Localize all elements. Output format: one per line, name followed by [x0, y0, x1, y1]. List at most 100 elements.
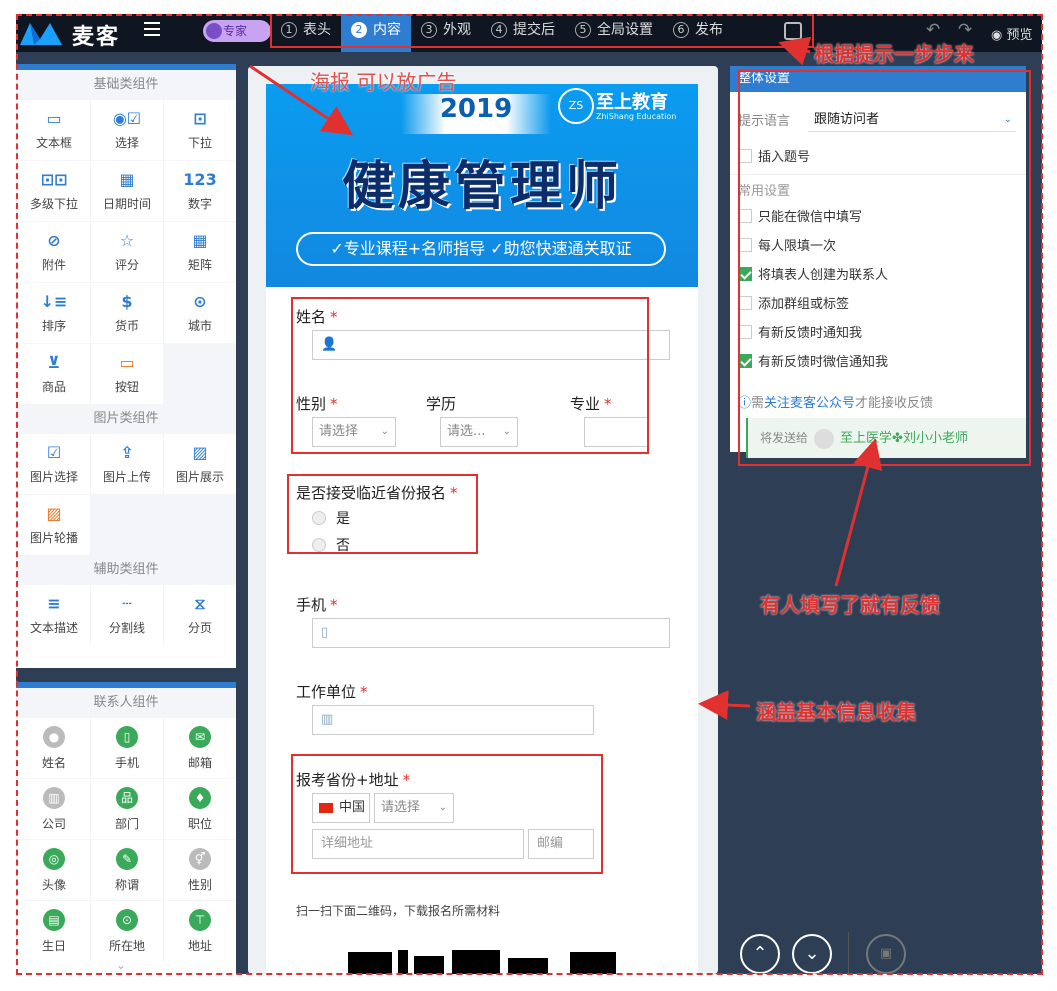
phone-icon: ▯	[116, 725, 138, 748]
component-rating[interactable]: ☆ 评分	[91, 222, 163, 282]
component-currency[interactable]: $ 货币	[91, 283, 163, 343]
component-datetime[interactable]: ▦ 日期时间	[91, 161, 163, 221]
logo[interactable]: 麦客	[20, 17, 130, 50]
signpost-icon: ⊤	[189, 908, 211, 931]
save-button[interactable]: ▣	[866, 934, 906, 974]
component-image-carousel[interactable]: ▨ 图片轮播	[18, 495, 90, 555]
chevron-down-icon[interactable]: ⌄	[116, 958, 126, 972]
radio-no[interactable]: 否	[312, 535, 350, 555]
checkbox[interactable]	[738, 324, 752, 339]
component-image-display[interactable]: ▨ 图片展示	[164, 434, 236, 494]
logo-mark-icon	[20, 23, 62, 45]
component-contact-phone[interactable]: ▯ 手机	[91, 718, 163, 778]
checkbox-checked[interactable]	[738, 353, 752, 368]
redo-icon[interactable]: ↷	[958, 20, 972, 40]
option-once-per-person[interactable]: 每人限填一次	[738, 235, 836, 254]
choice-icon: ◉☑	[112, 108, 142, 128]
annotation-basic-info: 涵盖基本信息收集	[756, 700, 916, 724]
option-create-contact[interactable]: 将填表人创建为联系人	[738, 264, 888, 283]
banner-year: 2019	[401, 94, 551, 134]
clover-icon: ✤	[892, 431, 903, 446]
component-textbox[interactable]: ▭ 文本框	[18, 100, 90, 160]
component-dropdown[interactable]: ⊡ 下拉	[164, 100, 236, 160]
paperclip-icon: ⊘	[47, 230, 61, 250]
option-wechat-only[interactable]: 只能在微信中填写	[738, 206, 862, 225]
empty-cell	[164, 344, 236, 404]
menu-icon[interactable]	[144, 22, 160, 36]
expert-badge[interactable]: 专家	[203, 20, 271, 42]
follow-wechat-link[interactable]: 关注麦客公众号	[764, 396, 855, 411]
checkbox[interactable]	[738, 295, 752, 310]
component-choice[interactable]: ◉☑ 选择	[91, 100, 163, 160]
component-contact-gender[interactable]: ⚥ 性别	[164, 840, 236, 900]
preview-button[interactable]: ◉ 预览	[991, 24, 1033, 43]
component-contact-birthday[interactable]: ▤ 生日	[18, 901, 90, 961]
component-image-select[interactable]: ☑ 图片选择	[18, 434, 90, 494]
component-contact-name[interactable]: ● 姓名	[18, 718, 90, 778]
component-divider[interactable]: ┄ 分割线	[91, 585, 163, 645]
component-pagebreak[interactable]: ⧖ 分页	[164, 585, 236, 645]
component-product[interactable]: ⊻ 商品	[18, 344, 90, 404]
component-button[interactable]: ▭ 按钮	[91, 344, 163, 404]
sort-icon: ↓≡	[40, 291, 68, 311]
checkbox[interactable]	[738, 237, 752, 252]
education-select[interactable]: 请选... ⌄	[440, 417, 518, 447]
person-icon: ●	[43, 725, 65, 748]
cake-icon: ▤	[43, 908, 65, 931]
phone-input[interactable]: ▯	[312, 618, 670, 648]
component-palette: 基础类组件 ▭ 文本框 ◉☑ 选择 ⊡ 下拉 ⊡⊡ 多级下拉 ▦ 日期时间 123 数字 ⊘…	[16, 64, 236, 668]
option-add-group[interactable]: 添加群组或标签	[738, 293, 849, 312]
wechat-info: ⓘ需关注麦客公众号才能接收反馈	[738, 396, 934, 411]
country-select[interactable]: 中国	[312, 793, 370, 823]
undo-icon[interactable]: ↶	[926, 20, 940, 40]
language-select[interactable]: 跟随访问者 ⌄	[808, 108, 1016, 132]
option-notify-me[interactable]: 有新反馈时通知我	[738, 322, 862, 341]
component-contact-email[interactable]: ✉ 邮箱	[164, 718, 236, 778]
chevron-down-icon: ⌄	[380, 426, 389, 437]
component-sort[interactable]: ↓≡ 排序	[18, 283, 90, 343]
poster-banner[interactable]: 2019 ZS 至上教育 ZhiShang Education 健康管理师 ✓专…	[266, 84, 698, 287]
dropdown-icon: ⊡	[193, 108, 207, 128]
detail-address-input[interactable]: 详细地址	[312, 829, 524, 859]
component-contact-company[interactable]: ▥ 公司	[18, 779, 90, 839]
move-up-button[interactable]: ⌃	[740, 934, 780, 974]
province-select[interactable]: 请选择 ⌄	[374, 793, 454, 823]
calendar-icon: ▦	[119, 169, 135, 189]
form-preview: 2019 ZS 至上教育 ZhiShang Education 健康管理师 ✓专…	[266, 84, 698, 974]
work-input[interactable]: ▥	[312, 705, 594, 735]
component-contact-salutation[interactable]: ✎ 称谓	[91, 840, 163, 900]
checkbox-checked[interactable]	[738, 266, 752, 281]
option-wechat-notify[interactable]: 有新反馈时微信通知我	[738, 351, 888, 370]
qrcode-icon[interactable]	[784, 22, 802, 40]
zip-input[interactable]: 邮编	[528, 829, 594, 859]
major-label: 专业 *	[570, 395, 612, 413]
gender-select[interactable]: 请选择 ⌄	[312, 417, 396, 447]
component-text-desc[interactable]: ≡ 文本描述	[18, 585, 90, 645]
qr-code-image	[348, 950, 618, 974]
camera-icon: ◎	[43, 847, 65, 870]
radio-yes[interactable]: 是	[312, 508, 350, 528]
component-attachment[interactable]: ⊘ 附件	[18, 222, 90, 282]
checkbox[interactable]	[738, 208, 752, 223]
component-contact-title[interactable]: ♦ 职位	[164, 779, 236, 839]
major-input[interactable]	[584, 417, 648, 447]
move-down-button[interactable]: ⌄	[792, 934, 832, 974]
work-label: 工作单位 *	[296, 683, 368, 701]
common-settings-title: 常用设置	[738, 184, 791, 199]
component-image-upload[interactable]: ⇪ 图片上传	[91, 434, 163, 494]
component-contact-avatar[interactable]: ◎ 头像	[18, 840, 90, 900]
annotation-poster: 海报 可以放广告	[310, 70, 457, 94]
component-city[interactable]: ⊙ 城市	[164, 283, 236, 343]
language-label: 提示语言	[738, 114, 791, 129]
chevron-down-icon: ⌄	[502, 426, 511, 437]
insert-number-option[interactable]: 插入题号	[738, 146, 810, 165]
component-number[interactable]: 123 数字	[164, 161, 236, 221]
component-contact-location[interactable]: ⊙ 所在地	[91, 901, 163, 961]
checkbox[interactable]	[738, 148, 752, 163]
gender-icon: ⚥	[189, 847, 211, 870]
component-matrix[interactable]: ▦ 矩阵	[164, 222, 236, 282]
component-contact-address[interactable]: ⊤ 地址	[164, 901, 236, 961]
component-contact-dept[interactable]: 品部门	[91, 779, 163, 839]
component-cascade[interactable]: ⊡⊡ 多级下拉	[18, 161, 90, 221]
name-input[interactable]: 👤	[312, 330, 670, 360]
